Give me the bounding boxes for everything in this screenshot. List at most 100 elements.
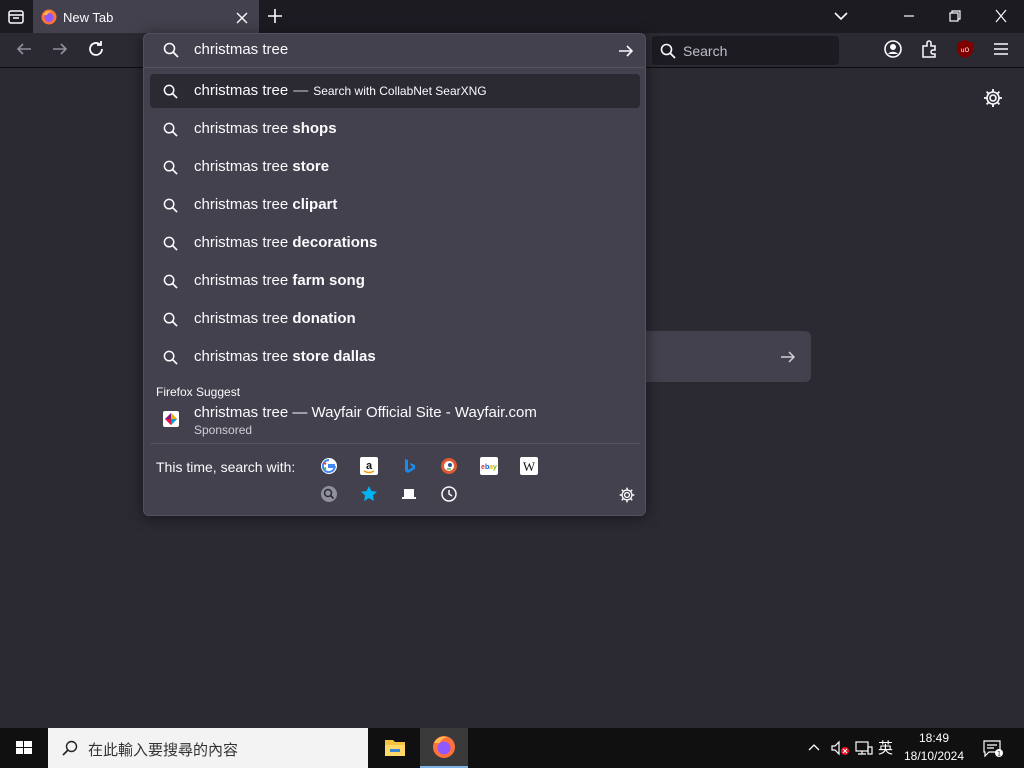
heuristic-dash: — [293,82,309,99]
chevron-up-icon[interactable] [806,740,822,756]
search-icon [163,274,178,289]
suggestion-row[interactable]: christmas tree decorations [150,226,640,260]
plus-icon[interactable] [266,7,284,25]
restore-icon[interactable] [944,7,966,25]
search-settings-gear-icon[interactable] [618,486,636,504]
search-icon [660,43,676,59]
close-icon[interactable] [233,9,251,27]
suggestion-completion: farm song [292,272,365,289]
wayfair-icon [163,411,179,427]
chevron-down-icon[interactable] [832,7,850,25]
suggestion-prefix: christmas tree [194,348,289,365]
svg-text:a: a [366,460,373,472]
heuristic-engine: Search with CollabNet SearXNG [313,84,487,98]
volume-muted-icon[interactable] [830,739,850,757]
input-method-indicator[interactable]: 英 [878,737,893,758]
suggestion-text: christmas tree farm song [194,272,365,289]
reload-icon[interactable] [84,37,108,61]
firefox-suggest-heading: Firefox Suggest [156,385,241,399]
search-icon [163,312,178,327]
suggestion-row[interactable]: christmas tree shops [150,112,640,146]
arrow-right-icon[interactable] [779,348,797,366]
window-close-icon[interactable] [990,7,1012,25]
suggestion-text: christmas tree store dallas [194,348,376,365]
sponsored-suggestion[interactable]: christmas tree — Wayfair Official Site -… [150,399,640,441]
amazon-icon[interactable]: a [360,457,378,475]
windows-start-icon[interactable] [0,728,48,768]
firefox-icon[interactable] [420,728,468,768]
windows-taskbar: 在此輸入要搜尋的內容 英 18:49 18/10/2024 1 [0,728,1024,768]
urlbar-input[interactable]: christmas tree [194,41,288,58]
duckduckgo-icon[interactable] [440,457,458,475]
hamburger-menu-icon[interactable] [990,38,1012,60]
divider [150,443,640,444]
suggestion-row[interactable]: christmas tree donation [150,302,640,336]
ebay-icon[interactable]: ebay [480,457,498,475]
heuristic-query: christmas tree [194,82,289,99]
bookmarks-icon[interactable] [360,485,378,503]
search-icon [163,160,178,175]
account-icon[interactable] [882,38,904,60]
suggestion-prefix: christmas tree [194,310,289,327]
search-icon [61,739,79,757]
one-off-search-label: This time, search with: [156,459,296,475]
heuristic-result[interactable]: christmas tree — Search with CollabNet Sea… [150,74,640,108]
suggestion-prefix: christmas tree [194,120,289,137]
toolbar-search-box[interactable]: Search [652,36,839,65]
google-icon[interactable] [320,457,338,475]
go-arrow-icon[interactable] [617,42,635,60]
bing-icon[interactable] [400,457,418,475]
tab-list-icon[interactable] [4,5,28,29]
suggestion-row[interactable]: christmas tree store dallas [150,340,640,374]
history-icon[interactable] [440,485,458,503]
heuristic-text: christmas tree — Search with CollabNet Sea… [194,82,487,99]
clock-date[interactable]: 18/10/2024 [898,749,970,763]
suggestion-completion: decorations [292,234,378,251]
svg-text:uO: uO [961,47,970,54]
sponsored-label: Sponsored [194,423,253,437]
search-icon [163,42,179,58]
ublock-origin-icon[interactable]: uO [954,38,976,60]
back-arrow-icon[interactable] [12,37,36,61]
clock-time[interactable]: 18:49 [902,731,966,745]
suggestion-prefix: christmas tree [194,234,289,251]
extensions-icon[interactable] [918,38,940,60]
wikipedia-icon[interactable]: W [520,457,538,475]
suggestion-prefix: christmas tree [194,196,289,213]
svg-text:W: W [523,459,536,474]
network-icon[interactable] [854,739,874,757]
notification-center-icon[interactable]: 1 [982,739,1004,759]
gear-icon[interactable] [982,87,1004,109]
search-icon [163,350,178,365]
search-icon [163,122,178,137]
file-explorer-icon[interactable] [372,728,418,768]
sponsored-title: christmas tree — Wayfair Official Site -… [194,404,537,421]
taskbar-search-box[interactable]: 在此輸入要搜尋的內容 [48,728,368,768]
suggestion-text: christmas tree decorations [194,234,377,251]
suggestion-prefix: christmas tree [194,272,289,289]
suggestion-completion: shops [292,120,337,137]
urlbar-input-row[interactable]: christmas tree [144,34,645,68]
suggestion-row[interactable]: christmas tree farm song [150,264,640,298]
forward-arrow-icon[interactable] [48,37,72,61]
minimize-icon[interactable] [898,7,920,25]
suggestion-completion: store [292,158,330,175]
suggestion-text: christmas tree clipart [194,196,337,213]
tab-title: New Tab [63,10,114,25]
searxng-icon[interactable] [320,485,338,503]
tab-strip: New Tab [0,0,1024,33]
search-icon [163,198,178,213]
suggestion-text: christmas tree store [194,158,329,175]
taskbar-search-placeholder: 在此輸入要搜尋的內容 [88,742,239,759]
suggestion-completion: clipart [292,196,338,213]
tabs-icon[interactable] [400,485,418,503]
tab-new-tab[interactable]: New Tab [33,0,259,33]
suggestion-text: christmas tree donation [194,310,356,327]
suggestion-row[interactable]: christmas tree clipart [150,188,640,222]
suggestion-row[interactable]: christmas tree store [150,150,640,184]
firefox-icon [41,9,57,25]
search-icon [163,84,178,99]
suggestion-text: christmas tree shops [194,120,337,137]
svg-text:y: y [493,464,497,471]
new-tab-search-bar[interactable] [640,331,811,382]
